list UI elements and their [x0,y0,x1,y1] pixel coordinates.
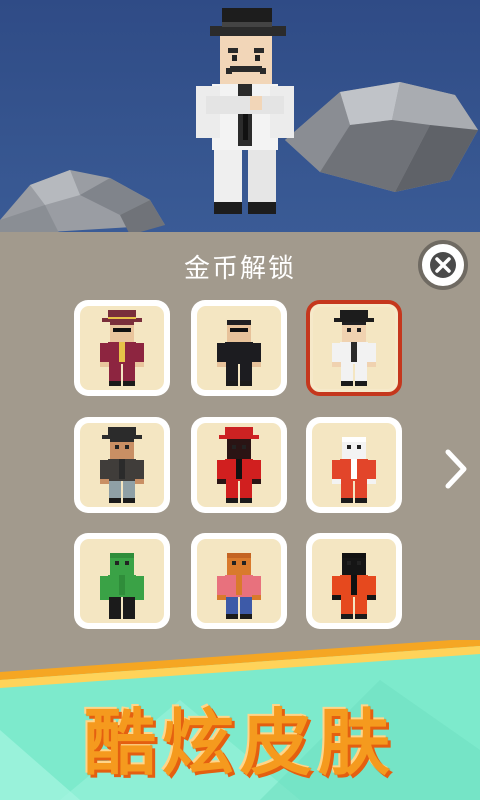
skin-grid [74,300,410,630]
skin-slot-bandit[interactable] [74,417,170,513]
scene-illustration [0,8,478,235]
rock-right [285,82,478,192]
skin-slot-pumpkin[interactable] [191,533,287,629]
skin-slot-background [197,539,281,623]
skin-slot-agent[interactable] [191,300,287,396]
skin-figure-cactus [100,553,144,619]
skin-figure-bandit [100,427,144,503]
skin-figure-pimp [100,310,144,386]
skin-slot-background [80,306,164,390]
promo-banner-text: 酷炫皮肤 [83,701,396,785]
skin-slot-background [197,306,281,390]
skin-slot-background [312,423,396,507]
skin-figure-agent [217,320,261,386]
player-character [196,8,294,214]
skin-slot-venom[interactable] [306,533,402,629]
rock-left [0,170,165,235]
skin-figure-mummy [332,437,376,503]
skin-slot-ninja[interactable] [191,417,287,513]
skin-slot-background [312,539,396,623]
skin-slot-pimp[interactable] [74,300,170,396]
skin-slot-background [80,539,164,623]
next-page-button[interactable] [442,446,470,492]
skin-slot-background [80,423,164,507]
game-scene [0,0,480,235]
skin-figure-ninja [217,427,261,503]
chevron-right-icon [442,449,470,496]
panel-title: 金币解锁 [183,254,296,284]
skin-figure-pumpkin [217,553,261,619]
skin-figure-gangster [332,310,376,386]
skin-slot-gangster[interactable] [306,300,402,396]
skin-slot-background [313,307,395,389]
skin-slot-background [197,423,281,507]
close-button[interactable] [418,240,468,290]
skin-slot-cactus[interactable] [74,533,170,629]
skin-slot-mummy[interactable] [306,417,402,513]
skin-figure-venom [332,553,376,619]
